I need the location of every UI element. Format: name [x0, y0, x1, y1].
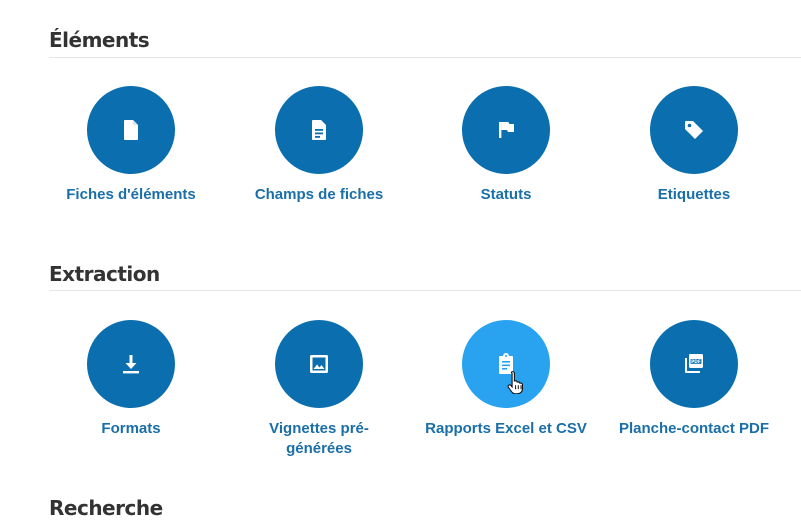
section-divider: [49, 290, 801, 291]
tile-label[interactable]: Planche-contact PDF: [604, 419, 784, 439]
tile-label[interactable]: Formats: [41, 419, 221, 439]
tile-icon-circle-hovered[interactable]: [462, 320, 550, 408]
tile-icon-circle[interactable]: [87, 86, 175, 174]
section-title-elements: Éléments: [49, 28, 150, 52]
tile-icon-circle[interactable]: [87, 320, 175, 408]
flag-icon: [499, 122, 514, 138]
tile-formats[interactable]: Formats: [41, 320, 221, 439]
tile-icon-circle[interactable]: [275, 86, 363, 174]
tile-champs-fiches[interactable]: Champs de fiches: [229, 86, 409, 205]
tile-label[interactable]: Fiches d'éléments: [41, 185, 221, 205]
tile-label[interactable]: Vignettes pré-générées: [229, 419, 409, 459]
tile-statuts[interactable]: Statuts: [416, 86, 596, 205]
tile-label[interactable]: Rapports Excel et CSV: [416, 419, 596, 439]
tile-etiquettes[interactable]: Etiquettes: [604, 86, 784, 205]
tile-rapports[interactable]: Rapports Excel et CSV: [416, 320, 596, 439]
tile-icon-circle[interactable]: [462, 86, 550, 174]
tile-icon-circle[interactable]: [650, 86, 738, 174]
pdf-pages-icon: PDF: [685, 354, 703, 373]
download-icon: [123, 355, 139, 374]
tile-label[interactable]: Champs de fiches: [229, 185, 409, 205]
tile-label[interactable]: Etiquettes: [604, 185, 784, 205]
document-lines-icon: [312, 120, 326, 140]
tag-icon: [685, 121, 703, 139]
tile-label[interactable]: Statuts: [416, 185, 596, 205]
section-title-extraction: Extraction: [49, 262, 160, 286]
section-divider: [49, 57, 801, 58]
section-title-recherche: Recherche: [49, 496, 163, 520]
file-icon: [124, 120, 138, 140]
image-icon: [310, 355, 328, 373]
hand-pointer-cursor-icon: [507, 371, 523, 394]
tile-planche-contact[interactable]: PDF Planche-contact PDF: [604, 320, 784, 439]
svg-text:PDF: PDF: [691, 359, 701, 365]
tile-fiches-elements[interactable]: Fiches d'éléments: [41, 86, 221, 205]
tile-icon-circle[interactable]: PDF: [650, 320, 738, 408]
tile-vignettes[interactable]: Vignettes pré-générées: [229, 320, 409, 459]
tile-icon-circle[interactable]: [275, 320, 363, 408]
